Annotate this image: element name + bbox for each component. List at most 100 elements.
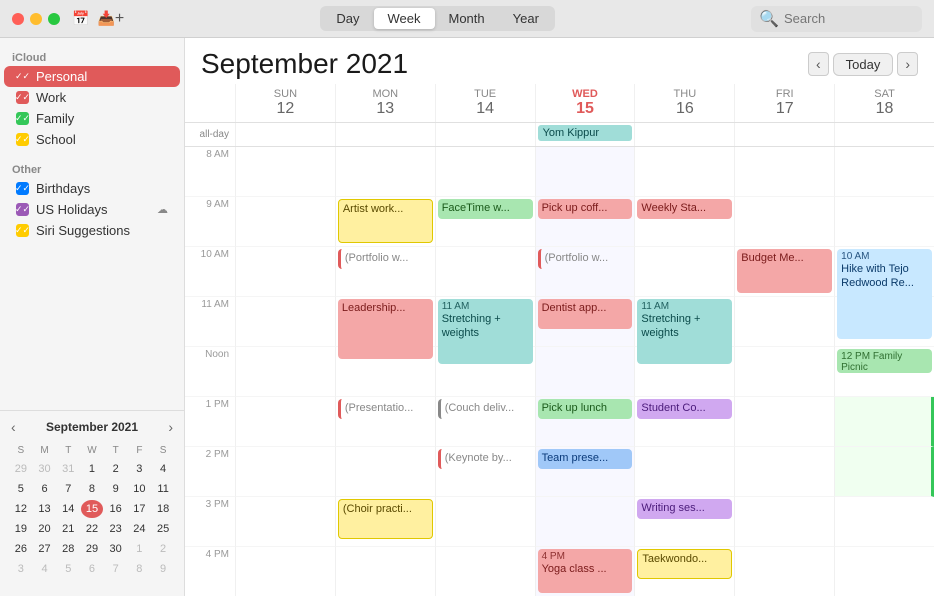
mini-cal-cell[interactable]: 28	[57, 540, 79, 558]
mini-cal-cell[interactable]: 3	[10, 560, 32, 578]
time-cell-wed-10[interactable]: (Portfolio w...	[535, 247, 635, 297]
allday-cell-sun[interactable]	[235, 123, 335, 146]
time-cell-sun-3[interactable]	[235, 497, 335, 547]
allday-event-yom-kippur[interactable]: Yom Kippur	[538, 125, 633, 141]
mini-cal-cell[interactable]: 8	[129, 560, 151, 578]
mini-cal-cell[interactable]: 11	[152, 480, 174, 498]
time-cell-sun-9[interactable]	[235, 197, 335, 247]
time-cell-thu-11[interactable]: 11 AM Stretching + weights	[634, 297, 734, 347]
day-header-wed[interactable]: WED 15	[535, 84, 635, 122]
mini-cal-cell[interactable]: 6	[34, 480, 56, 498]
mini-cal-cell[interactable]: 30	[105, 540, 127, 558]
sidebar-item-personal[interactable]: ✓ Personal	[4, 66, 180, 87]
next-week-button[interactable]: ›	[897, 52, 918, 76]
mini-cal-cell[interactable]: 27	[34, 540, 56, 558]
mini-cal-cell[interactable]: 5	[10, 480, 32, 498]
search-area[interactable]: 🔍	[751, 6, 922, 32]
time-cell-fri-9[interactable]	[734, 197, 834, 247]
event-keynote[interactable]: (Keynote by...	[438, 449, 533, 469]
mini-cal-next[interactable]: ›	[165, 419, 176, 435]
mini-cal-cell[interactable]: 23	[105, 520, 127, 538]
time-cell-fri-2[interactable]	[734, 447, 834, 497]
time-cell-tue-3[interactable]	[435, 497, 535, 547]
allday-cell-sat[interactable]	[834, 123, 934, 146]
time-cell-mon-10[interactable]: (Portfolio w...	[335, 247, 435, 297]
school-checkbox[interactable]: ✓	[16, 133, 29, 146]
time-cell-tue-11[interactable]: 11 AM Stretching + weights	[435, 297, 535, 347]
time-cell-fri-4[interactable]	[734, 547, 834, 596]
time-cell-wed-2[interactable]: Team prese...	[535, 447, 635, 497]
time-cell-sun-10[interactable]	[235, 247, 335, 297]
event-facetime[interactable]: FaceTime w...	[438, 199, 533, 219]
time-cell-mon-9[interactable]: Artist work...	[335, 197, 435, 247]
mini-cal-cell[interactable]: 1	[129, 540, 151, 558]
time-cell-wed-9[interactable]: Pick up coff...	[535, 197, 635, 247]
event-stretching-weights-tue[interactable]: 11 AM Stretching + weights	[438, 299, 533, 364]
mini-cal-cell[interactable]: 10	[129, 480, 151, 498]
mini-cal-prev[interactable]: ‹	[8, 419, 19, 435]
search-input[interactable]	[784, 11, 914, 26]
time-cell-fri-11[interactable]	[734, 297, 834, 347]
sidebar-item-work[interactable]: ✓ Work	[4, 87, 180, 108]
mini-cal-cell[interactable]: 3	[129, 460, 151, 478]
time-cell-fri-8[interactable]	[734, 147, 834, 197]
event-couch-delivery[interactable]: (Couch deliv...	[438, 399, 533, 419]
time-cell-wed-11[interactable]: Dentist app...	[535, 297, 635, 347]
mini-cal-cell[interactable]: 7	[57, 480, 79, 498]
time-cell-wed-1[interactable]: Pick up lunch	[535, 397, 635, 447]
mini-cal-cell[interactable]: 4	[152, 460, 174, 478]
mini-cal-cell[interactable]: 20	[34, 520, 56, 538]
allday-cell-fri[interactable]	[734, 123, 834, 146]
time-cell-sun-11[interactable]	[235, 297, 335, 347]
allday-cell-wed[interactable]: Yom Kippur	[535, 123, 635, 146]
event-student-council[interactable]: Student Co...	[637, 399, 732, 419]
time-cell-wed-4[interactable]: 4 PM Yoga class ...	[535, 547, 635, 596]
time-cell-mon-1[interactable]: (Presentatio...	[335, 397, 435, 447]
mini-cal-cell[interactable]: 5	[57, 560, 79, 578]
time-cell-sun-1[interactable]	[235, 397, 335, 447]
time-cell-mon-3[interactable]: (Choir practi...	[335, 497, 435, 547]
mini-cal-cell[interactable]: 9	[152, 560, 174, 578]
day-header-fri[interactable]: FRI 17	[734, 84, 834, 122]
time-cell-tue-1[interactable]: (Couch deliv...	[435, 397, 535, 447]
close-button[interactable]	[12, 13, 24, 25]
time-cell-sun-4[interactable]	[235, 547, 335, 596]
event-team-presentation[interactable]: Team prese...	[538, 449, 633, 469]
time-cell-thu-2[interactable]	[634, 447, 734, 497]
mini-cal-cell[interactable]: 19	[10, 520, 32, 538]
time-cell-fri-noon[interactable]	[734, 347, 834, 397]
event-artist-workshop[interactable]: Artist work...	[338, 199, 433, 243]
day-header-sat[interactable]: SAT 18	[834, 84, 934, 122]
mini-cal-cell[interactable]: 16	[105, 500, 127, 518]
prev-week-button[interactable]: ‹	[808, 52, 829, 76]
event-weekly-standup[interactable]: Weekly Sta...	[637, 199, 732, 219]
time-cell-thu-10[interactable]	[634, 247, 734, 297]
time-cell-thu-9[interactable]: Weekly Sta...	[634, 197, 734, 247]
time-cell-sat-1[interactable]	[834, 397, 934, 447]
time-cell-tue-2[interactable]: (Keynote by...	[435, 447, 535, 497]
mini-cal-cell[interactable]: 21	[57, 520, 79, 538]
time-cell-sat-noon[interactable]: 12 PM Family Picnic	[834, 347, 934, 397]
event-writing-session[interactable]: Writing ses...	[637, 499, 732, 519]
time-cell-tue-10[interactable]	[435, 247, 535, 297]
time-cell-thu-4[interactable]: Taekwondo...	[634, 547, 734, 596]
event-yoga[interactable]: 4 PM Yoga class ...	[538, 549, 633, 593]
allday-cell-thu[interactable]	[634, 123, 734, 146]
sidebar-item-us-holidays[interactable]: ✓ US Holidays ☁	[4, 199, 180, 220]
tab-year[interactable]: Year	[499, 8, 553, 29]
mini-cal-cell[interactable]: 18	[152, 500, 174, 518]
event-hike-tejo[interactable]: 10 AM Hike with Tejo Redwood Re...	[837, 249, 932, 339]
mini-cal-cell[interactable]: 25	[152, 520, 174, 538]
mini-cal-cell[interactable]: 4	[34, 560, 56, 578]
time-cell-fri-10[interactable]: Budget Me...	[734, 247, 834, 297]
minimize-button[interactable]	[30, 13, 42, 25]
time-cell-thu-8[interactable]	[634, 147, 734, 197]
time-cell-sat-4[interactable]	[834, 547, 934, 596]
sidebar-item-family[interactable]: ✓ Family	[4, 108, 180, 129]
time-cell-wed-noon[interactable]	[535, 347, 635, 397]
tab-week[interactable]: Week	[374, 8, 435, 29]
mini-cal-cell[interactable]: 17	[129, 500, 151, 518]
time-cell-tue-8[interactable]	[435, 147, 535, 197]
mini-cal-cell[interactable]: 14	[57, 500, 79, 518]
time-cell-sat-3[interactable]	[834, 497, 934, 547]
